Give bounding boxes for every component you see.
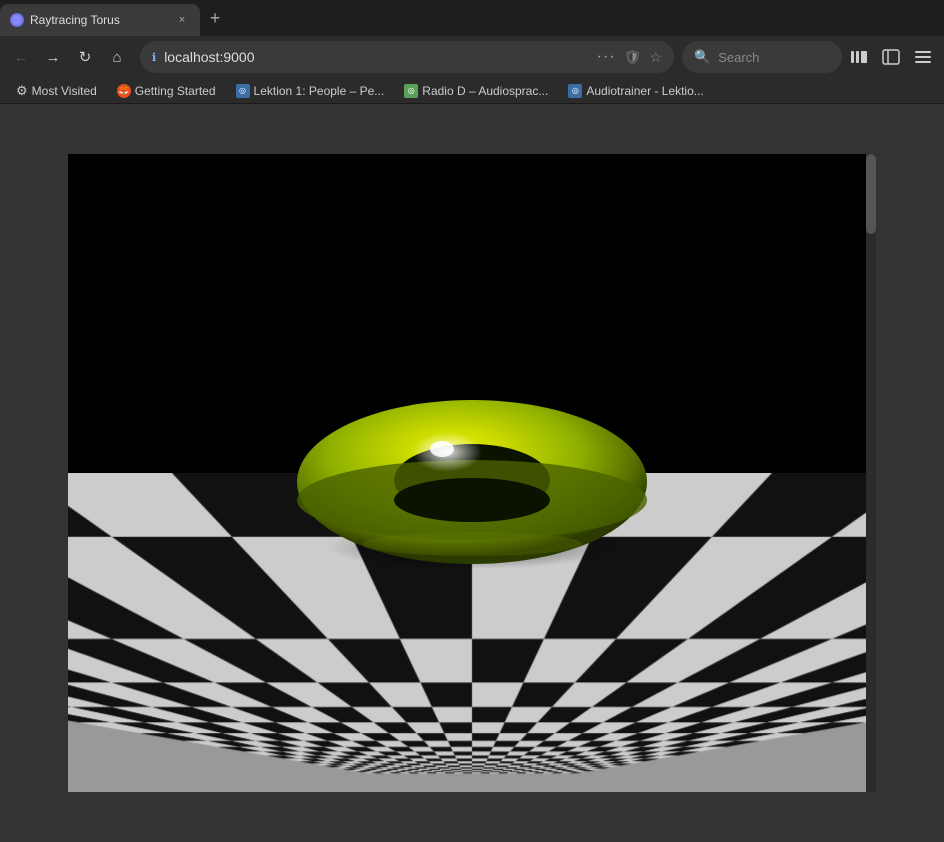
titlebar: Raytracing Torus × + (0, 0, 944, 36)
address-bar[interactable]: ℹ localhost:9000 ··· 🛡 ☆ (140, 41, 674, 73)
audiotrainer-favicon: ◎ (568, 84, 582, 98)
titlebar-spacer (230, 0, 944, 36)
content-area: .white { fill: #cccccc; } .black { fill:… (0, 104, 944, 842)
tab-favicon (10, 13, 24, 27)
bookmark-most-visited[interactable]: ⚙ Most Visited (8, 81, 105, 101)
new-tab-button[interactable]: + (200, 3, 230, 33)
forward-button[interactable]: → (38, 42, 68, 72)
torus-specular (430, 441, 454, 457)
scrollbar-track[interactable] (866, 154, 876, 792)
gear-icon: ⚙ (16, 83, 28, 99)
radiod-favicon: ◎ (404, 84, 418, 98)
torus-object (282, 352, 662, 572)
bookmark-label: Lektion 1: People – Pe... (254, 84, 385, 98)
bookmark-label: Getting Started (135, 84, 216, 98)
tab-close-button[interactable]: × (174, 12, 190, 28)
search-bar[interactable]: 🔍 Search (682, 41, 842, 73)
home-button[interactable]: ⌂ (102, 42, 132, 72)
bookmark-label: Radio D – Audiosprac... (422, 84, 548, 98)
search-placeholder: Search (718, 50, 759, 65)
shield-icon: 🛡 (624, 49, 642, 66)
bookmarks-bar: ⚙ Most Visited 🦊 Getting Started ◎ Lekti… (0, 78, 944, 104)
bookmark-star-icon[interactable]: ☆ (649, 49, 662, 66)
torus-bottom-hole (394, 478, 550, 522)
lektion1-favicon: ◎ (236, 84, 250, 98)
search-icon: 🔍 (694, 49, 710, 65)
bookmark-radio-d[interactable]: ◎ Radio D – Audiosprac... (396, 82, 556, 100)
back-button[interactable]: ← (6, 42, 36, 72)
sidebar-button[interactable] (876, 42, 906, 72)
reload-button[interactable]: ↻ (70, 42, 100, 72)
active-tab[interactable]: Raytracing Torus × (0, 4, 200, 36)
firefox-favicon: 🦊 (117, 84, 131, 98)
url-display: localhost:9000 (164, 49, 588, 65)
bookmark-audiotrainer[interactable]: ◎ Audiotrainer - Lektio... (560, 82, 711, 100)
menu-button[interactable] (908, 42, 938, 72)
bookmark-lektion1[interactable]: ◎ Lektion 1: People – Pe... (228, 82, 393, 100)
address-options-button[interactable]: ··· (597, 48, 616, 66)
security-icon: ℹ (152, 51, 156, 64)
tab-title: Raytracing Torus (30, 13, 168, 27)
bookmark-getting-started[interactable]: 🦊 Getting Started (109, 82, 224, 100)
bookmark-label: Audiotrainer - Lektio... (586, 84, 703, 98)
scrollbar-thumb[interactable] (866, 154, 876, 234)
render-canvas: .white { fill: #cccccc; } .black { fill:… (68, 154, 876, 792)
bookmark-label: Most Visited (32, 84, 97, 98)
library-button[interactable] (844, 42, 874, 72)
navbar: ← → ↻ ⌂ ℹ localhost:9000 ··· 🛡 ☆ 🔍 Searc… (0, 36, 944, 78)
torus-floor-reflection (362, 532, 582, 556)
